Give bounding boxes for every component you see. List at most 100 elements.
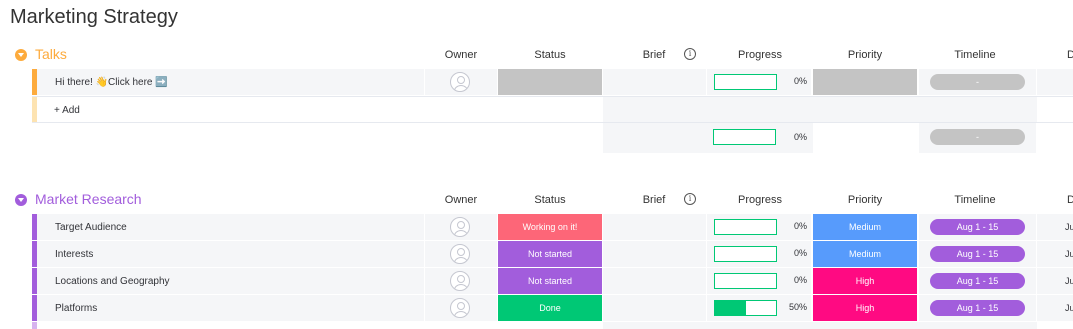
owner-cell[interactable] [425, 295, 497, 321]
row-name[interactable]: Locations and Geography [55, 276, 170, 287]
table-row[interactable]: Hi there! 👋Click here ➡️ 0% - [32, 69, 1073, 95]
table-row[interactable]: Locations and Geography Not started 0% H… [32, 268, 1073, 294]
row-cell [603, 322, 1037, 329]
timeline-pill[interactable]: Aug 1 - 15 [930, 273, 1025, 289]
avatar-icon[interactable] [450, 217, 470, 237]
table-row[interactable]: Platforms Done 50% High Aug 1 - 15 Ju [32, 295, 1073, 321]
avatar-icon[interactable] [450, 244, 470, 264]
progress-text: 0% [793, 221, 807, 231]
progress-bar [713, 129, 776, 145]
avatar-icon[interactable] [450, 298, 470, 318]
timeline-pill[interactable]: Aug 1 - 15 [930, 246, 1025, 262]
brief-cell[interactable] [603, 295, 706, 321]
date-cell[interactable]: Ju [1037, 295, 1073, 321]
timeline-cell[interactable]: Aug 1 - 15 [919, 214, 1036, 240]
timeline-pill[interactable]: - [930, 74, 1025, 90]
column-header-progress[interactable]: Progress [720, 194, 800, 206]
name-cell[interactable]: Platforms [37, 295, 424, 321]
priority-label[interactable]: High [813, 295, 917, 321]
column-header-brief[interactable]: Brief [632, 49, 676, 61]
column-header-status[interactable]: Status [520, 49, 580, 61]
progress-bar [714, 300, 777, 316]
info-icon[interactable]: i [684, 193, 696, 205]
row-color-bar [32, 322, 37, 329]
group-header: Market Research Owner Status Brief i Pro… [0, 189, 1073, 211]
add-row-placeholder [603, 97, 1037, 123]
status-label[interactable]: Done [498, 295, 602, 321]
row-name[interactable]: Interests [55, 249, 93, 260]
row-name[interactable]: Platforms [55, 303, 97, 314]
column-header-timeline[interactable]: Timeline [940, 49, 1010, 61]
status-label[interactable]: Working on it! [498, 214, 602, 240]
timeline-pill[interactable]: Aug 1 - 15 [930, 300, 1025, 316]
column-header-priority[interactable]: Priority [830, 49, 900, 61]
progress-cell: 0% [707, 214, 811, 240]
name-cell[interactable]: Hi there! 👋Click here ➡️ [37, 69, 424, 95]
brief-cell[interactable] [603, 214, 706, 240]
name-cell[interactable]: Target Audience [37, 214, 424, 240]
column-header-owner[interactable]: Owner [440, 194, 482, 206]
column-header-priority[interactable]: Priority [830, 194, 900, 206]
add-item-row[interactable]: + Add [32, 97, 1073, 123]
owner-cell[interactable] [425, 69, 497, 95]
row-name[interactable]: Target Audience [55, 222, 127, 233]
chevron-down-icon[interactable] [15, 194, 27, 206]
brief-cell[interactable] [603, 268, 706, 294]
column-header-date[interactable]: D [1066, 49, 1073, 61]
column-header-date[interactable]: D [1066, 194, 1073, 206]
owner-cell[interactable] [425, 214, 497, 240]
name-cell[interactable]: Interests [37, 241, 424, 267]
table-row[interactable] [32, 322, 1073, 329]
group-title[interactable]: Market Research [35, 191, 142, 207]
date-cell[interactable] [1037, 69, 1073, 95]
group-title[interactable]: Talks [35, 46, 67, 62]
column-header-brief[interactable]: Brief [632, 194, 676, 206]
priority-label[interactable]: Medium [813, 214, 917, 240]
info-icon[interactable]: i [684, 48, 696, 60]
date-text: Ju [1065, 276, 1073, 286]
date-cell[interactable]: Ju [1037, 241, 1073, 267]
date-text: Ju [1065, 303, 1073, 313]
priority-label[interactable]: Medium [813, 241, 917, 267]
group-header: Talks Owner Status Brief i Progress Prio… [0, 44, 1073, 66]
chevron-down-icon[interactable] [15, 49, 27, 61]
progress-fill [715, 301, 746, 315]
progress-cell: 0% [707, 241, 811, 267]
brief-cell[interactable] [603, 241, 706, 267]
owner-cell[interactable] [425, 241, 497, 267]
avatar-icon[interactable] [450, 271, 470, 291]
timeline-pill[interactable]: Aug 1 - 15 [930, 219, 1025, 235]
progress-bar [714, 74, 777, 90]
owner-cell[interactable] [425, 268, 497, 294]
date-text: Ju [1065, 222, 1073, 232]
status-label[interactable]: Not started [498, 241, 602, 267]
table-row[interactable]: Target Audience Working on it! 0% Medium… [32, 214, 1073, 240]
brief-cell[interactable] [603, 69, 706, 95]
table-row[interactable]: Interests Not started 0% Medium Aug 1 - … [32, 241, 1073, 267]
name-cell[interactable]: Locations and Geography [37, 268, 424, 294]
column-header-status[interactable]: Status [520, 194, 580, 206]
progress-bar [714, 273, 777, 289]
priority-label[interactable] [813, 69, 917, 95]
progress-text: 0% [793, 248, 807, 258]
timeline-cell[interactable]: Aug 1 - 15 [919, 241, 1036, 267]
timeline-summary-pill: - [930, 129, 1025, 145]
priority-label[interactable]: High [813, 268, 917, 294]
status-label[interactable]: Not started [498, 268, 602, 294]
page-title: Marketing Strategy [10, 6, 178, 28]
timeline-cell[interactable]: - [919, 69, 1036, 95]
progress-text: 50% [788, 302, 807, 312]
column-header-timeline[interactable]: Timeline [940, 194, 1010, 206]
timeline-cell[interactable]: Aug 1 - 15 [919, 295, 1036, 321]
status-label[interactable] [498, 69, 602, 95]
progress-cell: 0% [707, 268, 811, 294]
date-cell[interactable]: Ju [1037, 214, 1073, 240]
date-cell[interactable]: Ju [1037, 268, 1073, 294]
column-header-owner[interactable]: Owner [440, 49, 482, 61]
row-name[interactable]: Hi there! 👋Click here ➡️ [55, 77, 168, 88]
progress-summary-text: 0% [793, 132, 807, 142]
column-header-progress[interactable]: Progress [720, 49, 800, 61]
add-item-button[interactable]: + Add [54, 105, 80, 116]
timeline-cell[interactable]: Aug 1 - 15 [919, 268, 1036, 294]
avatar-icon[interactable] [450, 72, 470, 92]
